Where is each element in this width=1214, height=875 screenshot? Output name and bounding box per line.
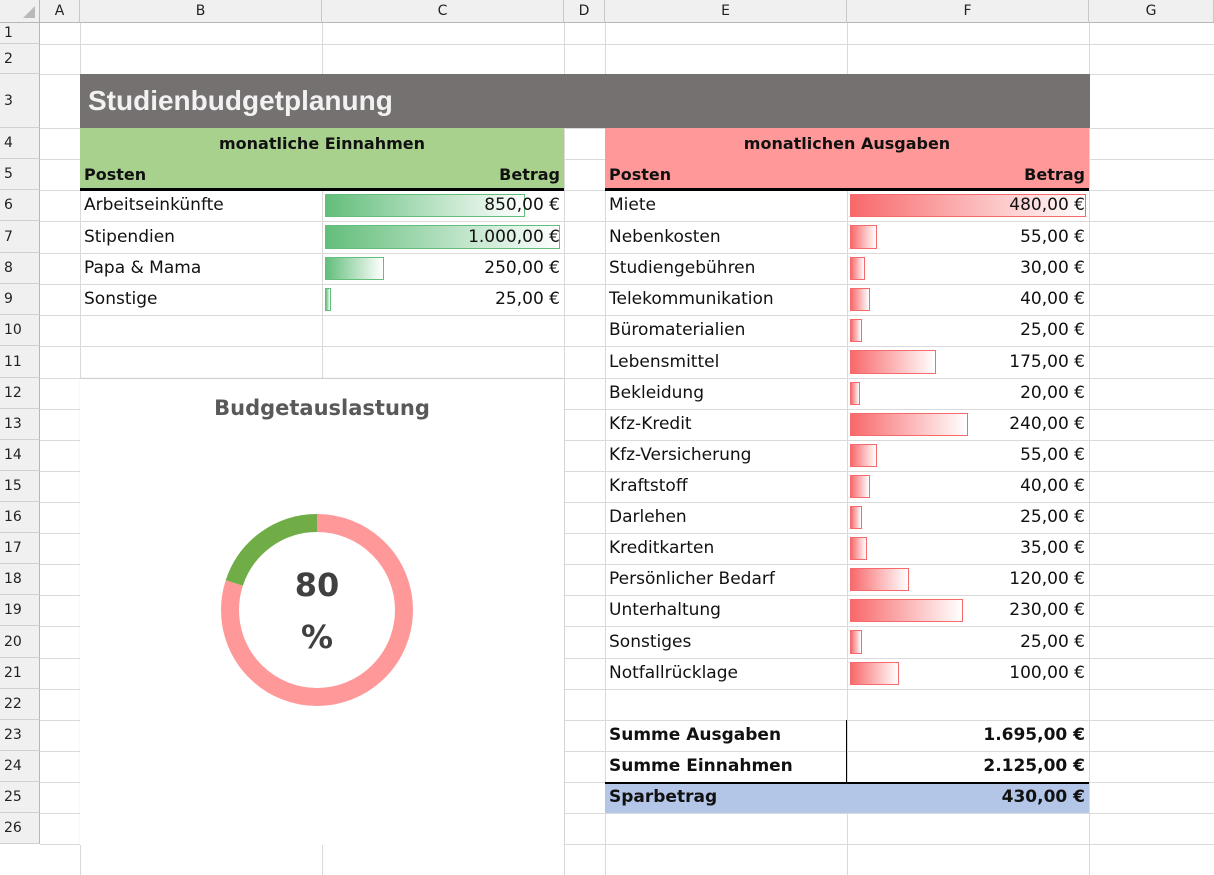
expense-item-label[interactable]: Notfallrücklage [609, 658, 738, 689]
row-header-20[interactable]: 20 [0, 626, 40, 658]
row-header-7[interactable]: 7 [0, 221, 40, 253]
row-header-14[interactable]: 14 [0, 440, 40, 471]
column-header-f[interactable]: F [847, 0, 1089, 23]
income-item-value[interactable]: 1.000,00 € [322, 221, 560, 253]
expense-item-label[interactable]: Studiengebühren [609, 253, 755, 284]
income-header-title: monatliche Einnahmen [218, 134, 426, 153]
row-header-26[interactable]: 26 [0, 813, 40, 844]
row-header-3[interactable]: 3 [0, 74, 40, 128]
income-item-label[interactable]: Arbeitseinkünfte [84, 190, 224, 221]
expenses-header-title: monatlichen Ausgaben [743, 134, 951, 153]
income-item-label[interactable]: Stipendien [84, 221, 175, 253]
row-header-11[interactable]: 11 [0, 346, 40, 378]
sum-income-label[interactable]: Summe Einnahmen [609, 751, 793, 782]
expense-item-value[interactable]: 25,00 € [847, 315, 1085, 346]
row-header-18[interactable]: 18 [0, 564, 40, 595]
row-header-5[interactable]: 5 [0, 159, 40, 190]
row-header-12[interactable]: 12 [0, 378, 40, 409]
expense-item-label[interactable]: Kfz-Versicherung [609, 440, 751, 471]
row-header-19[interactable]: 19 [0, 595, 40, 626]
row-header-22[interactable]: 22 [0, 689, 40, 720]
row-header-16[interactable]: 16 [0, 502, 40, 533]
page-title: Studienbudgetplanung [80, 74, 1090, 128]
gauge-value-number: 80 [294, 566, 340, 604]
expense-item-label[interactable]: Nebenkosten [609, 221, 721, 253]
gauge-title: Budgetauslastung [214, 396, 430, 420]
expense-item-label[interactable]: Lebensmittel [609, 346, 719, 378]
expense-item-label[interactable]: Kreditkarten [609, 533, 714, 564]
expense-item-value[interactable]: 40,00 € [847, 471, 1085, 502]
gridline-horizontal [40, 44, 1214, 45]
expense-item-label[interactable]: Unterhaltung [609, 595, 721, 626]
sum-income-value[interactable]: 2.125,00 € [847, 751, 1085, 782]
income-col-posten: Posten [84, 165, 147, 184]
expenses-col-betrag: Betrag [1024, 165, 1085, 184]
savings-label[interactable]: Sparbetrag [609, 782, 717, 813]
expense-item-value[interactable]: 40,00 € [847, 284, 1085, 315]
sum-expenses-value[interactable]: 1.695,00 € [847, 720, 1085, 751]
expense-item-label[interactable]: Kfz-Kredit [609, 409, 692, 440]
select-all-corner[interactable] [0, 0, 40, 23]
row-header-9[interactable]: 9 [0, 284, 40, 315]
expense-item-label[interactable]: Büromaterialien [609, 315, 745, 346]
expense-item-value[interactable]: 25,00 € [847, 626, 1085, 658]
income-item-label[interactable]: Papa & Mama [84, 253, 201, 284]
expense-item-value[interactable]: 480,00 € [847, 190, 1085, 221]
row-header-10[interactable]: 10 [0, 315, 40, 346]
column-header-c[interactable]: C [322, 0, 564, 23]
expense-item-value[interactable]: 20,00 € [847, 378, 1085, 409]
row-header-1[interactable]: 1 [0, 23, 40, 44]
row-header-2[interactable]: 2 [0, 44, 40, 74]
income-col-betrag: Betrag [499, 165, 560, 184]
column-header-a[interactable]: A [40, 0, 80, 23]
column-header-d[interactable]: D [564, 0, 605, 23]
row-header-15[interactable]: 15 [0, 471, 40, 502]
column-header-e[interactable]: E [605, 0, 847, 23]
row-header-23[interactable]: 23 [0, 720, 40, 751]
expense-item-label[interactable]: Miete [609, 190, 656, 221]
expenses-col-posten: Posten [609, 165, 672, 184]
row-header-4[interactable]: 4 [0, 128, 40, 159]
expense-item-value[interactable]: 30,00 € [847, 253, 1085, 284]
sum-expenses-label[interactable]: Summe Ausgaben [609, 720, 781, 751]
row-header-25[interactable]: 25 [0, 782, 40, 813]
expense-item-value[interactable]: 240,00 € [847, 409, 1085, 440]
expense-item-value[interactable]: 25,00 € [847, 502, 1085, 533]
expense-item-value[interactable]: 120,00 € [847, 564, 1085, 595]
column-header-g[interactable]: G [1089, 0, 1214, 23]
expense-item-value[interactable]: 230,00 € [847, 595, 1085, 626]
chart-area [80, 379, 564, 845]
expense-item-label[interactable]: Bekleidung [609, 378, 704, 409]
column-header-b[interactable]: B [80, 0, 322, 23]
savings-value[interactable]: 430,00 € [847, 782, 1085, 813]
expense-item-value[interactable]: 55,00 € [847, 221, 1085, 253]
expense-item-label[interactable]: Darlehen [609, 502, 687, 533]
expense-item-label[interactable]: Kraftstoff [609, 471, 688, 502]
spreadsheet-grid: A B C D E F G 1 2 3 4 5 6 7 8 9 10 11 12 13 14 15 16 17 18 19 20 21… [0, 0, 1214, 875]
gridline-vertical [1089, 23, 1090, 875]
row-header-24[interactable]: 24 [0, 751, 40, 782]
expense-item-value[interactable]: 55,00 € [847, 440, 1085, 471]
gauge-value-unit: % [300, 618, 334, 656]
expense-item-value[interactable]: 175,00 € [847, 346, 1085, 378]
row-header-6[interactable]: 6 [0, 190, 40, 221]
income-item-value[interactable]: 850,00 € [322, 190, 560, 221]
expense-item-value[interactable]: 35,00 € [847, 533, 1085, 564]
income-item-label[interactable]: Sonstige [84, 284, 157, 315]
row-header-8[interactable]: 8 [0, 253, 40, 284]
gridline-vertical [564, 23, 565, 875]
expense-item-label[interactable]: Sonstiges [609, 626, 691, 658]
row-header-21[interactable]: 21 [0, 658, 40, 689]
income-item-value[interactable]: 25,00 € [322, 284, 560, 315]
expense-item-label[interactable]: Telekommunikation [609, 284, 774, 315]
row-header-17[interactable]: 17 [0, 533, 40, 564]
row-header-13[interactable]: 13 [0, 409, 40, 440]
expense-item-label[interactable]: Persönlicher Bedarf [609, 564, 775, 595]
expense-item-value[interactable]: 100,00 € [847, 658, 1085, 689]
income-item-value[interactable]: 250,00 € [322, 253, 560, 284]
